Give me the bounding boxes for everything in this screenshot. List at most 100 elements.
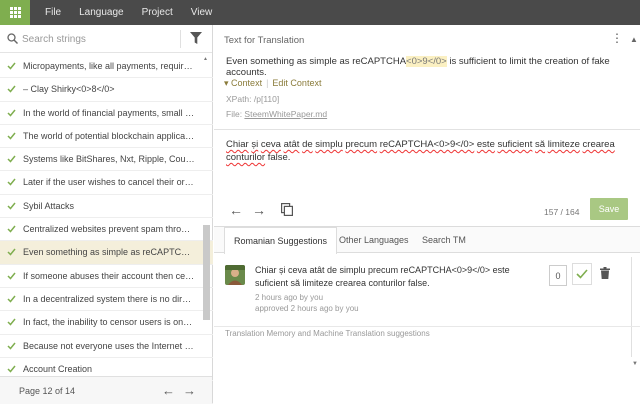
string-list: Micropayments, like all payments, requir…	[0, 55, 213, 404]
save-button[interactable]: Save	[590, 198, 628, 220]
translation-word: Chiar	[226, 139, 249, 150]
tab-other-languages[interactable]: Other Languages	[330, 227, 418, 253]
list-item-label: Sybil Attacks	[23, 200, 75, 211]
scrollbar-thumb[interactable]	[203, 225, 210, 320]
suggestions-scrollbar-track	[631, 257, 632, 357]
search-divider	[180, 30, 181, 48]
translation-textarea[interactable]: Chiar și ceva atât de simplu precum reCA…	[226, 138, 621, 164]
scroll-up-arrow-icon[interactable]: ▲	[630, 35, 638, 44]
filter-icon[interactable]	[190, 32, 202, 45]
approve-button[interactable]	[572, 263, 592, 285]
search-icon	[7, 33, 18, 44]
list-item[interactable]: In fact, the inability to censor users i…	[0, 311, 213, 335]
translation-word: reCAPTCHA<0>9</0>	[379, 139, 475, 150]
list-item-label: Micropayments, like all payments, requir…	[23, 61, 195, 71]
edit-context-link[interactable]: Edit Context	[272, 78, 321, 88]
list-item[interactable]: Later if the user wishes to cancel their…	[0, 171, 213, 195]
more-options-icon[interactable]: ⋮	[611, 32, 623, 44]
tab-search-tm[interactable]: Search TM	[413, 227, 475, 253]
list-item-label: In the world of financial payments, smal…	[23, 107, 195, 118]
list-item[interactable]: Sybil Attacks	[0, 195, 213, 219]
check-icon	[7, 365, 16, 373]
previous-string-arrow-icon[interactable]: ←	[229, 202, 243, 218]
next-page-arrow-icon[interactable]: →	[183, 383, 196, 398]
check-icon	[7, 155, 16, 163]
list-item-label: Systems like BitShares, Nxt, Ripple, Cou…	[23, 154, 195, 165]
list-item-label: Centralized websites prevent spam throug…	[23, 224, 195, 235]
check-icon	[7, 318, 16, 326]
check-icon	[7, 179, 16, 187]
check-icon	[7, 295, 16, 303]
list-item[interactable]: If someone abuses their account then cen…	[0, 265, 213, 288]
menu-language[interactable]: Language	[79, 7, 124, 18]
context-toggle[interactable]: Context	[231, 78, 262, 88]
tm-suggestions-label: Translation Memory and Machine Translati…	[225, 329, 430, 338]
check-icon	[7, 62, 16, 70]
suggestion-text[interactable]: Chiar și ceva atât de simplu precum reCA…	[255, 264, 535, 290]
list-item[interactable]: In the world of financial payments, smal…	[0, 102, 213, 125]
scroll-down-arrow-icon[interactable]: ▼	[632, 361, 638, 367]
list-item[interactable]: Centralized websites prevent spam throug…	[0, 218, 213, 242]
trash-icon[interactable]	[600, 267, 610, 279]
divider	[214, 129, 640, 130]
next-string-arrow-icon[interactable]: →	[252, 202, 266, 218]
list-item[interactable]: Micropayments, like all payments, requir…	[0, 55, 213, 79]
check-icon	[7, 109, 16, 117]
list-item[interactable]: Systems like BitShares, Nxt, Ripple, Cou…	[0, 148, 213, 172]
list-item-label: In fact, the inability to censor users i…	[23, 317, 195, 328]
search-input[interactable]	[22, 31, 172, 47]
menu-view[interactable]: View	[191, 7, 213, 18]
menu-project[interactable]: Project	[142, 7, 173, 18]
tab-romanian-suggestions[interactable]: Romanian Suggestions	[224, 227, 338, 254]
search-bar	[0, 25, 212, 53]
prev-page-arrow-icon[interactable]: ←	[162, 383, 175, 398]
caret-down-icon[interactable]: ▾	[224, 78, 229, 88]
file-label: File: SteemWhitePaper.md	[226, 109, 327, 119]
separator: |	[266, 78, 269, 88]
list-item[interactable]: – Clay Shirky<0>8</0>	[0, 78, 213, 102]
file-link[interactable]: SteemWhitePaper.md	[244, 109, 327, 119]
page-indicator: Page 12 of 14	[19, 386, 76, 396]
translation-word: precum	[345, 139, 378, 150]
list-item[interactable]: The world of potential blockchain applic…	[0, 125, 213, 149]
suggestion-tabs: Romanian Suggestions Other Languages Sea…	[214, 227, 640, 254]
menu-file[interactable]: File	[45, 7, 61, 18]
check-icon	[7, 225, 16, 233]
pager: Page 12 of 14 ← →	[0, 376, 212, 404]
translation-word: este	[476, 139, 495, 150]
character-counter: 157 / 164	[544, 207, 580, 217]
source-string: Even something as simple as reCAPTCHA<0>…	[226, 56, 626, 78]
suggestion-timestamp: 2 hours ago by you	[255, 293, 324, 302]
translation-word: simplu	[315, 139, 343, 150]
translation-word: false.	[265, 152, 291, 163]
context-row: ▾ Context | Edit Context	[224, 78, 321, 89]
list-item-label: The world of potential blockchain applic…	[23, 130, 195, 141]
list-item-label: Because not everyone uses the Internet a…	[23, 340, 195, 351]
translation-word: limiteze	[547, 139, 580, 150]
apps-grid-button[interactable]	[0, 0, 30, 25]
copy-source-icon[interactable]	[281, 203, 293, 216]
translation-word: să	[535, 139, 546, 150]
list-item[interactable]: Because not everyone uses the Internet a…	[0, 335, 213, 358]
grid-icon	[9, 7, 21, 18]
editor-toolbar: ← → 157 / 164	[214, 198, 640, 224]
check-icon	[576, 269, 588, 279]
translation-word: suficient	[497, 139, 533, 150]
list-item-label: Even something as simple as reCAPTCHA<0>…	[23, 247, 195, 258]
top-menubar: File Language Project View	[0, 0, 640, 25]
translation-word: atât	[283, 139, 300, 150]
list-item[interactable]: Even something as simple as reCAPTCHA<0>…	[0, 241, 213, 265]
xpath-label: XPath: /p[110]	[226, 94, 280, 104]
strings-panel: Micropayments, like all payments, requir…	[0, 25, 213, 404]
editor-title: Text for Translation	[224, 35, 305, 46]
check-icon	[7, 342, 16, 350]
list-item-label: – Clay Shirky<0>8</0>	[23, 84, 115, 95]
translation-word: ceva	[260, 139, 281, 150]
approval-info: approved 2 hours ago by you	[255, 304, 359, 313]
check-icon	[7, 248, 16, 256]
scroll-up-arrow[interactable]: ▲	[203, 56, 208, 62]
list-item[interactable]: In a decentralized system there is no di…	[0, 288, 213, 312]
file-prefix: File:	[226, 109, 245, 119]
check-icon	[7, 132, 16, 140]
list-item-label: If someone abuses their account then cen…	[23, 270, 195, 281]
